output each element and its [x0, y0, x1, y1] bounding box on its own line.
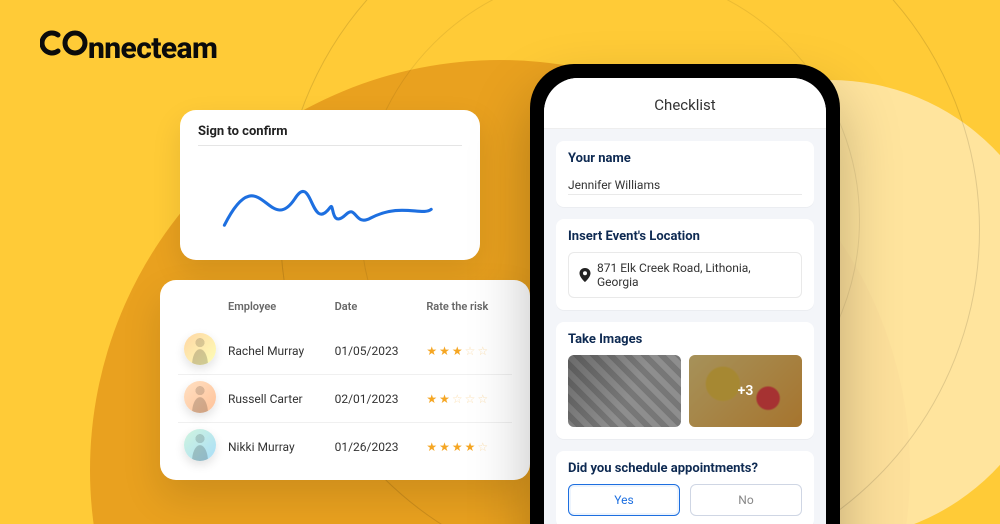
signature-icon: [198, 146, 462, 243]
star-icon: ★: [426, 440, 439, 454]
star-icon: ☆: [465, 344, 478, 358]
table-row: Rachel Murray01/05/2023★★★☆☆: [178, 327, 512, 375]
avatar: [184, 333, 216, 365]
star-icon: ☆: [465, 392, 478, 406]
star-icon: ☆: [477, 344, 490, 358]
risk-rating[interactable]: ★★☆☆☆: [420, 375, 512, 423]
star-icon: ★: [452, 344, 465, 358]
star-icon: ★: [439, 392, 452, 406]
more-images-overlay: +3: [689, 355, 802, 427]
risk-rating[interactable]: ★★★☆☆: [420, 327, 512, 375]
image-thumbnail[interactable]: [568, 355, 681, 427]
star-icon: ★: [439, 440, 452, 454]
table-row: Nikki Murray01/26/2023★★★★☆: [178, 423, 512, 471]
employee-table-card: Employee Date Rate the risk Rachel Murra…: [160, 280, 530, 480]
employee-name: Rachel Murray: [222, 327, 329, 375]
section-take-images: Take Images +3: [556, 322, 814, 439]
name-input[interactable]: Jennifer Williams: [568, 174, 802, 195]
col-header-date: Date: [329, 294, 421, 327]
logo-mark-icon: [40, 28, 88, 58]
table-row: Russell Carter02/01/2023★★☆☆☆: [178, 375, 512, 423]
star-icon: ☆: [477, 392, 490, 406]
section-location: Insert Event's Location 871 Elk Creek Ro…: [556, 219, 814, 310]
star-icon: ★: [426, 344, 439, 358]
star-icon: ★: [439, 344, 452, 358]
col-header-employee: Employee: [222, 294, 329, 327]
screen-title: Checklist: [544, 78, 826, 129]
section-title: Insert Event's Location: [568, 229, 802, 244]
employee-date: 01/26/2023: [329, 423, 421, 471]
phone-screen: Checklist Your name Jennifer Williams In…: [544, 78, 826, 524]
section-schedule: Did you schedule appointments? Yes No: [556, 451, 814, 524]
section-title: Did you schedule appointments?: [568, 461, 802, 476]
phone-frame: Checklist Your name Jennifer Williams In…: [530, 64, 840, 524]
avatar: [184, 381, 216, 413]
location-input[interactable]: 871 Elk Creek Road, Lithonia, Georgia: [568, 252, 802, 298]
logo-text: nnecteam: [88, 31, 217, 66]
location-value: 871 Elk Creek Road, Lithonia, Georgia: [597, 261, 791, 289]
employee-date: 02/01/2023: [329, 375, 421, 423]
map-pin-icon: [579, 268, 591, 282]
star-icon: ☆: [477, 440, 490, 454]
employee-name: Russell Carter: [222, 375, 329, 423]
image-thumbnail-more[interactable]: +3: [689, 355, 802, 427]
star-icon: ★: [465, 440, 478, 454]
section-your-name: Your name Jennifer Williams: [556, 141, 814, 207]
col-header-rate: Rate the risk: [420, 294, 512, 327]
yes-button[interactable]: Yes: [568, 484, 680, 516]
section-title: Your name: [568, 151, 802, 166]
employee-date: 01/05/2023: [329, 327, 421, 375]
star-icon: ☆: [452, 392, 465, 406]
section-title: Take Images: [568, 332, 802, 347]
signature-title: Sign to confirm: [198, 124, 462, 139]
risk-rating[interactable]: ★★★★☆: [420, 423, 512, 471]
connecteam-logo: nnecteam: [40, 28, 217, 66]
signature-card: Sign to confirm: [180, 110, 480, 260]
avatar: [184, 429, 216, 461]
employee-table: Employee Date Rate the risk Rachel Murra…: [178, 294, 512, 470]
signature-area[interactable]: [198, 146, 462, 246]
star-icon: ★: [426, 392, 439, 406]
no-button[interactable]: No: [690, 484, 802, 516]
employee-name: Nikki Murray: [222, 423, 329, 471]
star-icon: ★: [452, 440, 465, 454]
